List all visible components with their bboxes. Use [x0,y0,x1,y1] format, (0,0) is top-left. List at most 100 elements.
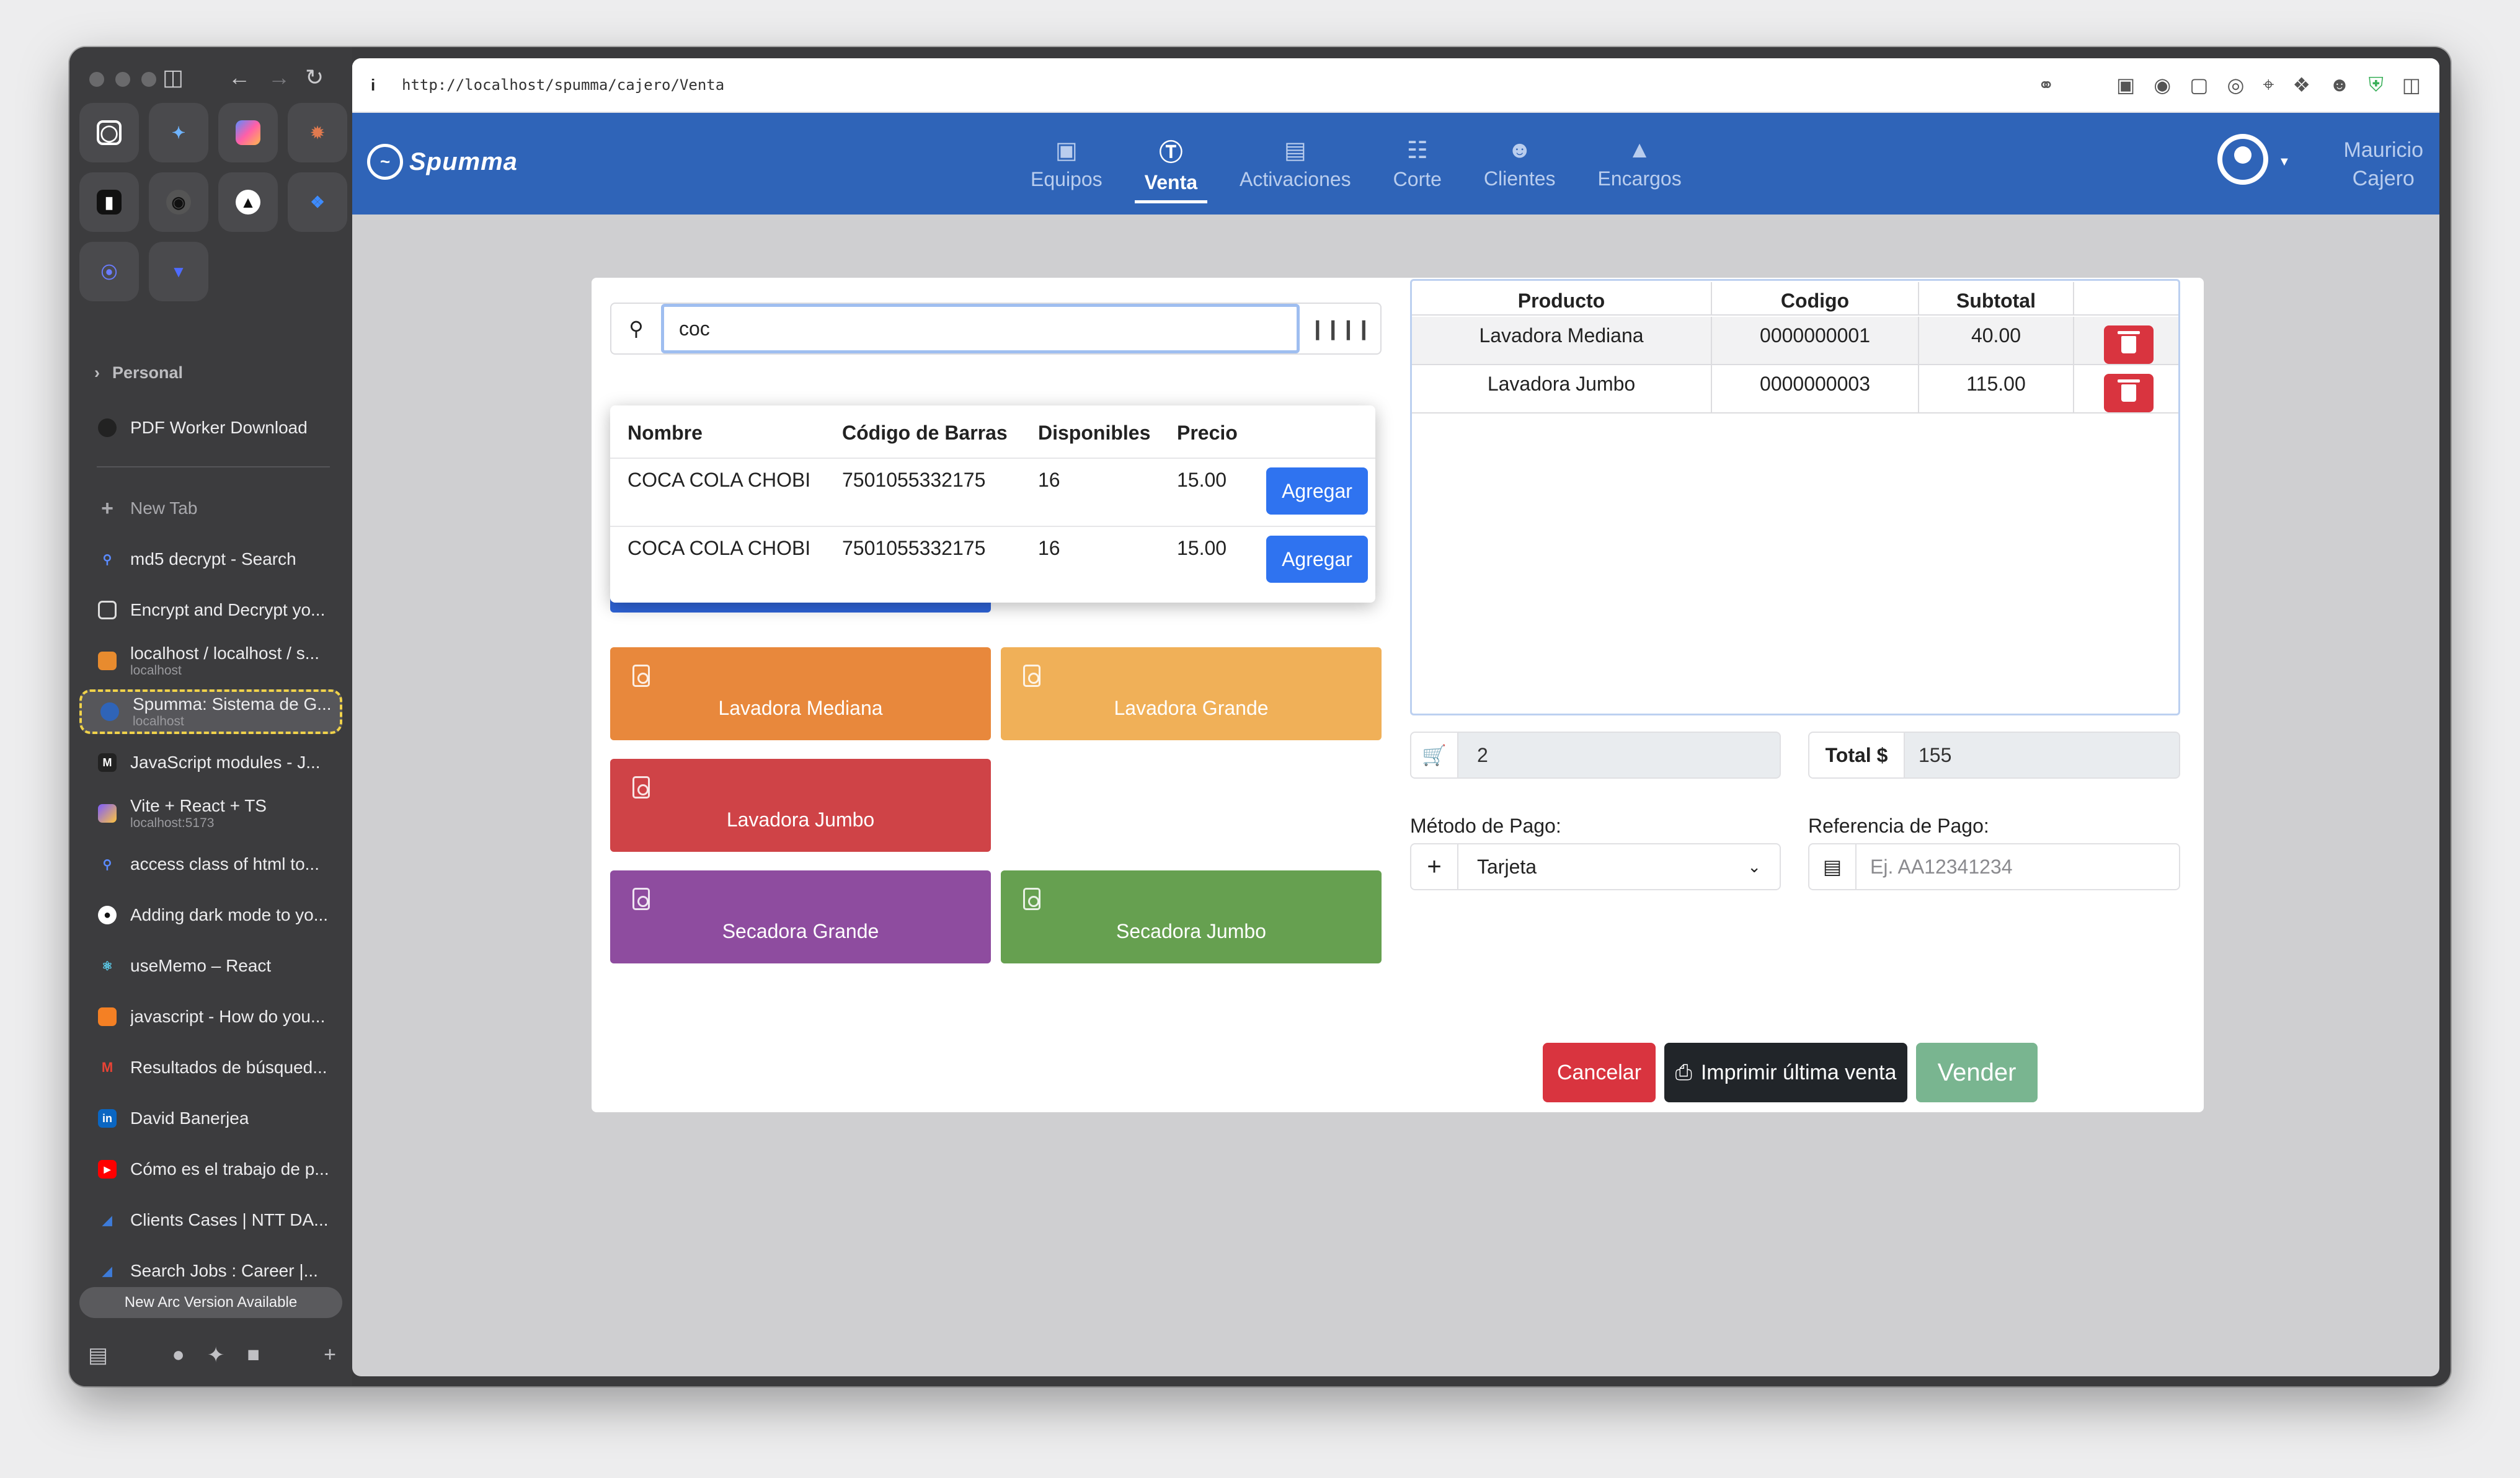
nav-corte[interactable]: ☷ Corte [1372,113,1463,215]
linkedin-icon: in [98,1109,117,1128]
chevron-down-icon: ⌄ [1747,857,1761,876]
split-view-icon[interactable]: ◫ [2402,73,2421,97]
pinned-app-1[interactable]: ◯ [79,103,139,162]
sidebar-tab[interactable]: ● Adding dark mode to yo... [79,893,342,937]
agregar-button[interactable]: Agregar [1266,536,1368,583]
item-count-group: 🛒 2 [1410,732,1781,779]
archive-icon[interactable]: ▤ [88,1343,108,1368]
globe-icon[interactable]: ◎ [2227,73,2244,97]
payment-method-group: + Tarjeta ⌄ [1410,843,1781,890]
space-dot-icon[interactable]: ● [172,1343,185,1368]
sidebar-tab-active[interactable]: Spumma: Sistema de G... localhost [79,689,342,734]
barcode-icon[interactable]: ❙❙❙❙ [1300,317,1380,340]
payment-method-label: Método de Pago: [1410,815,1561,837]
chevron-right-icon: › [94,363,100,382]
close-dot[interactable] [89,72,104,87]
screenshot-icon[interactable]: ▣ [2116,73,2135,97]
caret-down-icon[interactable]: ▼ [2278,155,2291,169]
sidebar-tab[interactable]: localhost / localhost / s... localhost [79,639,342,683]
cart-row: Lavadora Mediana 0000000001 40.00 [1412,317,2178,365]
product-search-input[interactable] [661,304,1300,353]
folder-personal[interactable]: › Personal [94,363,183,383]
logo-icon: ~ [367,144,403,180]
sidebar-tab[interactable]: ⚛ useMemo – React [79,944,342,988]
search-results-dropdown: Nombre Código de Barras Disponibles Prec… [610,405,1375,603]
capture-icon[interactable]: ▢ [2189,73,2208,97]
minimize-dot[interactable] [115,72,130,87]
tile-lavadora-mediana[interactable]: Lavadora Mediana [610,647,991,740]
sell-button[interactable]: Vender [1916,1043,2038,1102]
sidebar-tab[interactable]: M Resultados de búsqued... [79,1045,342,1090]
reload-icon[interactable]: ↻ [305,64,324,91]
sidebar-tab[interactable]: ⚲ access class of html to... [79,842,342,887]
camera-icon[interactable]: ◉ [2154,73,2171,97]
url-text[interactable]: http://localhost/spumma/cajero/Venta [402,76,2038,94]
user-avatar-icon[interactable] [2217,134,2268,185]
payment-method-select[interactable]: Tarjeta ⌄ [1458,844,1780,889]
sidebar-tab[interactable]: ⚲ md5 decrypt - Search [79,537,342,582]
pinned-app-4[interactable]: ✹ [288,103,347,162]
main-nav: ▣ Equipos Ⓣ Venta ▤ Activaciones ☷ Corte… [1009,113,1703,215]
tile-secadora-jumbo[interactable]: Secadora Jumbo [1001,870,1382,963]
tile-lavadora-grande[interactable]: Lavadora Grande [1001,647,1382,740]
agregar-button[interactable]: Agregar [1266,467,1368,515]
pinned-app-7[interactable]: ▲ [218,172,278,232]
pinned-app-2[interactable]: ✦ [149,103,208,162]
delete-item-button[interactable] [2104,325,2154,364]
sidebar-tab[interactable]: javascript - How do you... [79,994,342,1039]
phpmyadmin-icon [98,652,117,670]
sidebar-tab[interactable]: ◢ Clients Cases | NTT DA... [79,1198,342,1242]
space-icon[interactable]: ✦ [207,1343,225,1368]
space-square-icon[interactable]: ■ [247,1343,260,1368]
nav-clientes[interactable]: ☻ Clientes [1463,113,1577,215]
avatar-extension-icon[interactable]: ☻ [2329,73,2350,97]
nav-equipos[interactable]: ▣ Equipos [1009,113,1124,215]
trash-icon [2118,379,2140,402]
print-last-sale-button[interactable]: ⎙ Imprimir última venta [1664,1043,1907,1102]
gmail-icon: M [101,1060,113,1075]
link-icon[interactable]: ⚭ [2038,73,2054,97]
new-tab-button[interactable]: + New Tab [79,486,342,531]
search-icon: ⚲ [629,317,644,340]
shield-icon[interactable]: ⛨ [2369,73,2384,97]
nav-activaciones[interactable]: ▤ Activaciones [1218,113,1372,215]
info-icon[interactable]: i [371,76,402,95]
pinned-app-9[interactable]: ⦿ [79,242,139,301]
mdn-icon: M [98,753,117,772]
pinned-app-5[interactable]: ▮ [79,172,139,232]
cancel-button[interactable]: Cancelar [1543,1043,1656,1102]
arc-update-banner[interactable]: New Arc Version Available [79,1287,342,1318]
total-value: 155 [1919,743,1952,766]
tile-secadora-grande[interactable]: Secadora Grande [610,870,991,963]
nav-encargos[interactable]: ▲ Encargos [1577,113,1703,215]
sidebar-toggle-icon[interactable]: ◫ [162,64,184,91]
delete-item-button[interactable] [2104,374,2154,412]
back-icon[interactable]: ← [228,64,251,91]
spumma-logo[interactable]: ~ Spumma [367,144,518,180]
extension-icon[interactable]: ❖ [2292,73,2310,97]
cart-header: Producto Codigo Subtotal [1412,282,2178,316]
sidebar-tab[interactable]: Encrypt and Decrypt yo... [79,588,342,632]
forward-icon[interactable]: → [268,64,290,91]
item-count: 2 [1477,743,1488,766]
lock-icon [98,601,117,619]
url-bar[interactable]: i http://localhost/spumma/cajero/Venta ⚭… [352,58,2439,113]
sidebar-tab[interactable]: Vite + React + TS localhost:5173 [79,791,342,836]
github-icon[interactable]: ◉ [149,172,208,232]
sidebar-tab[interactable]: ▶ Cómo es el trabajo de p... [79,1147,342,1192]
pinned-app-10[interactable]: ▼ [149,242,208,301]
pinned-app-8[interactable]: ❖ [288,172,347,232]
zoom-dot[interactable] [141,72,156,87]
user-name[interactable]: Mauricio Cajero [2344,136,2423,193]
nav-venta[interactable]: Ⓣ Venta [1124,113,1218,215]
plus-icon: + [101,496,113,520]
pinned-app-3[interactable] [218,103,278,162]
add-space-icon[interactable]: + [324,1343,336,1368]
payment-reference-input[interactable] [1857,844,2179,889]
target-icon[interactable]: ⌖ [2263,73,2274,97]
sidebar-tab[interactable]: in David Banerjea [79,1096,342,1141]
pinned-tab-pdf-worker[interactable]: PDF Worker Download [79,405,342,450]
tile-lavadora-jumbo[interactable]: Lavadora Jumbo [610,759,991,852]
sidebar-tab[interactable]: M JavaScript modules - J... [79,740,342,785]
youtube-icon: ▶ [98,1160,117,1179]
